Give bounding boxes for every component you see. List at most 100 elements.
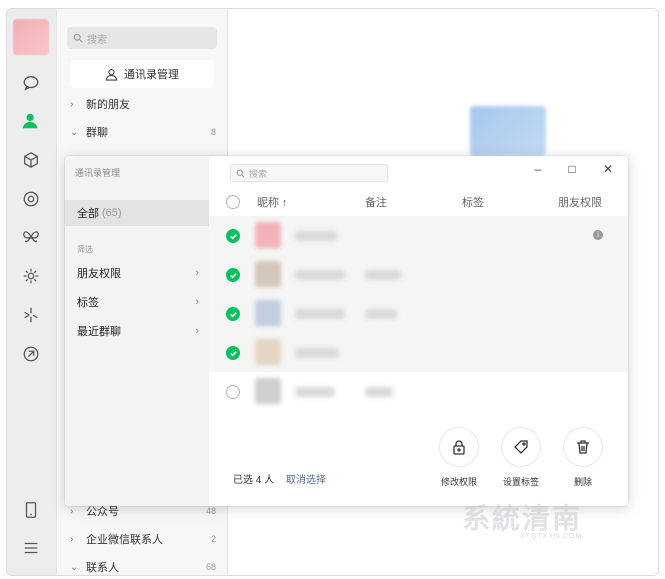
checked-icon[interactable] [226, 346, 240, 360]
action-label: 设置标签 [502, 477, 539, 487]
table-row[interactable] [209, 255, 628, 294]
filter-header: 筛选 [77, 245, 93, 254]
filter-label: 最近群聊 [77, 326, 121, 338]
minimize-button[interactable]: – [527, 160, 549, 178]
list-item-label: 群聊 [86, 127, 108, 139]
sparkle-icon[interactable] [20, 304, 42, 326]
contacts-search-input[interactable]: 搜索 [67, 27, 217, 49]
delete-button[interactable]: 删除 [553, 427, 613, 488]
person-icon [105, 68, 118, 81]
contact-avatar [255, 339, 281, 365]
list-item-count: 48 [205, 506, 216, 516]
watermark-sub: XTQTXXN.COM [520, 533, 583, 540]
search-placeholder: 搜索 [87, 34, 107, 46]
trash-icon [577, 440, 589, 454]
search-icon [236, 169, 245, 178]
list-item-label: 新的朋友 [86, 99, 130, 111]
list-item-group-chats[interactable]: ⌄ 群聊 8 [70, 122, 220, 142]
chevron-right-icon: › [195, 267, 199, 279]
checked-icon[interactable] [226, 307, 240, 321]
filter-tags[interactable]: 标签 › [77, 292, 199, 312]
contact-name-blurred [295, 270, 345, 280]
filter-all[interactable]: 全部 (65) [65, 200, 209, 226]
link-icon[interactable] [20, 343, 42, 365]
contact-avatar [255, 300, 281, 326]
close-button[interactable]: ✕ [597, 160, 619, 178]
dialog-search-input[interactable]: 搜索 [230, 164, 388, 182]
filter-all-count: (65) [102, 207, 122, 219]
list-item-wecom-contacts[interactable]: › 企业微信联系人 2 [70, 529, 220, 549]
action-label: 修改权限 [440, 477, 477, 487]
list-item-label: 联系人 [86, 562, 119, 574]
contacts-manage-button[interactable]: 通讯录管理 [70, 60, 214, 88]
phone-icon[interactable] [20, 499, 42, 521]
dialog-main: 搜索 – □ ✕ 昵称 ↑ 备注 标签 朋友权限 i 已选 4 人 取消选择 修… [209, 156, 628, 506]
box-icon[interactable] [20, 149, 42, 171]
chevron-right-icon: › [70, 505, 74, 517]
select-all-radio[interactable] [226, 195, 240, 209]
butterfly-icon[interactable] [20, 226, 42, 248]
list-item-count: 8 [210, 127, 216, 137]
chevron-down-icon: ⌄ [70, 126, 79, 138]
dialog-sidebar: 通讯录管理 全部 (65) 筛选 朋友权限 › 标签 › 最近群聊 › [65, 156, 209, 506]
menu-icon[interactable] [20, 537, 42, 559]
chevron-right-icon: › [195, 296, 199, 308]
tag-icon [514, 440, 528, 454]
set-tag-button[interactable]: 设置标签 [491, 427, 551, 488]
contact-name-blurred [295, 387, 335, 397]
chevron-down-icon: ⌄ [70, 561, 79, 573]
checked-icon[interactable] [226, 229, 240, 243]
list-item-count: 2 [210, 534, 216, 544]
settings-cog-icon[interactable] [20, 265, 42, 287]
contact-remark-blurred [365, 387, 393, 397]
unchecked-radio[interactable] [226, 385, 240, 399]
filter-recent-groups[interactable]: 最近群聊 › [77, 321, 199, 341]
chevron-right-icon: › [70, 533, 74, 545]
table-row[interactable]: i [209, 216, 628, 255]
filter-label: 朋友权限 [77, 268, 121, 280]
table-row[interactable] [209, 372, 628, 411]
contact-name-blurred [295, 309, 345, 319]
column-nickname[interactable]: 昵称 ↑ [257, 194, 288, 210]
action-label: 删除 [573, 477, 592, 487]
chevron-right-icon: › [195, 325, 199, 337]
dialog-title: 通讯录管理 [75, 168, 121, 178]
chat-icon[interactable] [20, 72, 42, 94]
maximize-button[interactable]: □ [561, 160, 583, 178]
moments-icon[interactable] [20, 188, 42, 210]
watermark-logo: 系統清南 [462, 503, 583, 534]
column-tag: 标签 [462, 197, 484, 209]
lock-icon [453, 440, 465, 455]
checked-icon[interactable] [226, 268, 240, 282]
contact-name-blurred [295, 231, 337, 241]
selected-count: 已选 4 人 [233, 475, 275, 486]
contact-avatar [255, 222, 281, 248]
contact-name-blurred [295, 348, 339, 358]
filter-label: 标签 [77, 297, 99, 309]
chevron-right-icon: › [70, 98, 74, 110]
table-row[interactable] [209, 294, 628, 333]
info-icon[interactable]: i [593, 230, 603, 240]
contact-remark-blurred [365, 270, 401, 280]
contacts-icon[interactable] [20, 110, 42, 132]
edit-permission-button[interactable]: 修改权限 [429, 427, 489, 488]
manage-button-label: 通讯录管理 [124, 69, 179, 81]
contact-avatar [255, 378, 281, 404]
blurred-thumbnail [470, 106, 546, 156]
nav-rail [7, 9, 57, 575]
search-icon [73, 33, 83, 43]
column-permission: 朋友权限 [558, 197, 602, 209]
contact-remark-blurred [365, 309, 397, 319]
contact-avatar [255, 261, 281, 287]
contacts-manager-dialog: 通讯录管理 全部 (65) 筛选 朋友权限 › 标签 › 最近群聊 › 搜索 –… [65, 156, 628, 506]
filter-friend-permission[interactable]: 朋友权限 › [77, 263, 199, 283]
list-item-count: 68 [205, 562, 216, 572]
user-avatar[interactable] [13, 19, 49, 55]
list-item-new-friends[interactable]: › 新的朋友 [70, 94, 220, 114]
search-placeholder: 搜索 [249, 168, 268, 179]
filter-all-label: 全部 [77, 208, 99, 220]
column-remark: 备注 [365, 197, 387, 209]
table-row[interactable] [209, 333, 628, 372]
cancel-selection-link[interactable]: 取消选择 [286, 471, 326, 486]
list-item-contacts[interactable]: ⌄ 联系人 68 [70, 557, 220, 575]
